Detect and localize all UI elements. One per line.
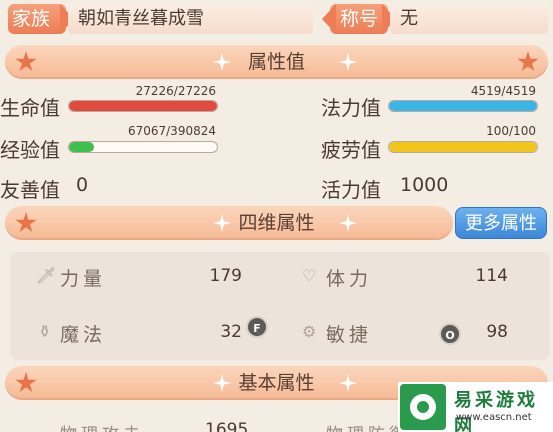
vitality-value: 1000 — [400, 174, 449, 196]
fatigue-text: 100/100 — [486, 124, 536, 138]
watermark-url: www.eascn.net — [456, 412, 532, 423]
title-value[interactable]: 无 — [390, 4, 548, 34]
mp-label: 法力值 — [321, 96, 381, 120]
agility-label: 敏捷 — [326, 324, 373, 346]
heart-icon: ♡ — [302, 266, 317, 285]
magic-label: 魔法 — [60, 324, 107, 346]
more-attributes-button[interactable]: 更多属性 — [455, 207, 547, 239]
hp-label: 生命值 — [0, 96, 60, 120]
phys-attack-value: 1695 — [205, 420, 249, 432]
friendly-label: 友善值 — [0, 178, 60, 202]
family-tag: 家族 — [8, 4, 74, 34]
mp-text: 4519/4519 — [470, 84, 536, 98]
vitality-label: 活力值 — [321, 178, 381, 202]
logo-dot — [417, 401, 429, 413]
sword-icon: 🗡 — [36, 266, 57, 285]
magic-value: 32 — [220, 322, 242, 342]
watermark-name: 易采游戏网 — [454, 390, 538, 432]
title-label: 称号 — [340, 8, 379, 30]
strength-label: 力量 — [60, 268, 107, 290]
fatigue-bar — [388, 141, 538, 153]
fatigue-label: 疲劳值 — [321, 138, 381, 162]
family-label: 家族 — [12, 8, 51, 30]
exp-bar — [68, 141, 218, 153]
strength-value: 179 — [209, 266, 242, 286]
potion-icon: ⚱ — [38, 322, 52, 341]
section-four-dim-bar: 四维属性 — [5, 206, 453, 240]
watermark: 易采游戏网 www.eascn.net — [398, 382, 553, 432]
watermark-logo-icon — [400, 384, 446, 430]
phys-attack-label: 物理攻击 — [60, 420, 144, 432]
fatigue-bar-fill — [389, 142, 537, 152]
hp-bar — [68, 100, 218, 112]
mp-bar-fill — [389, 101, 537, 111]
exp-text: 67067/390824 — [127, 124, 216, 138]
stamina-label: 体力 — [326, 268, 373, 290]
tag-arrow — [322, 4, 336, 34]
exp-bar-fill — [69, 142, 95, 152]
exp-label: 经验值 — [0, 138, 60, 162]
o-badge[interactable]: O — [439, 323, 461, 345]
section-title: 属性值 — [247, 51, 305, 73]
section-attributes-bar: 属性值 — [5, 45, 548, 79]
hp-bar-fill — [69, 101, 217, 111]
gear-icon: ⚙ — [302, 322, 317, 341]
f-badge[interactable]: F — [246, 316, 268, 338]
family-value[interactable]: 朝如青丝暮成雪 — [68, 4, 313, 34]
friendly-value: 0 — [76, 174, 89, 196]
title-tag: 称号 — [322, 4, 396, 34]
mp-bar — [388, 100, 538, 112]
stamina-value: 114 — [475, 266, 508, 286]
hp-text: 27226/27226 — [135, 84, 216, 98]
